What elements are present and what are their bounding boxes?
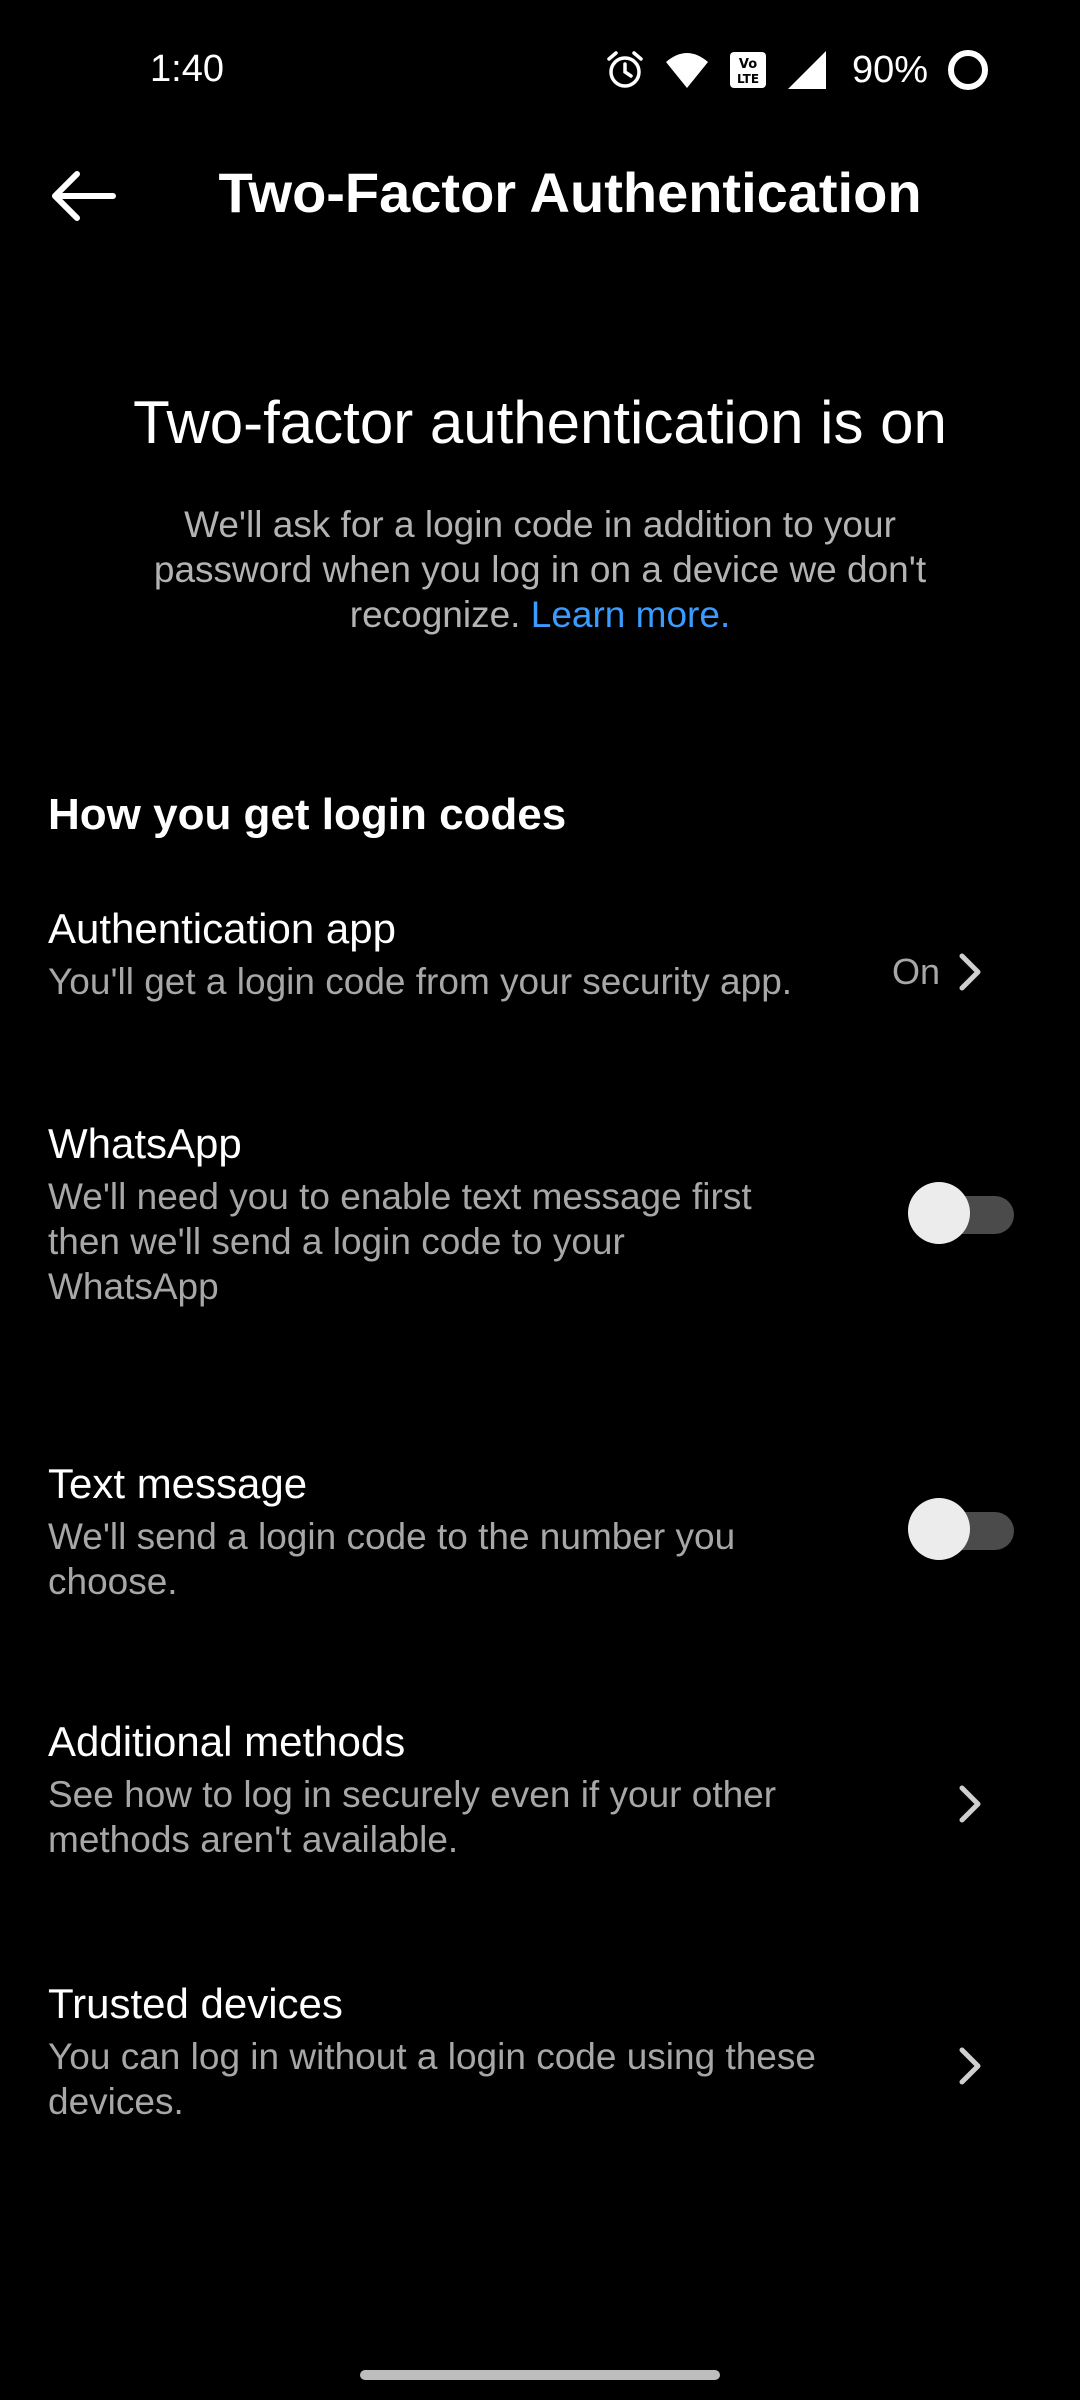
- status-icons: Vo LTE 90%: [604, 44, 990, 96]
- alarm-icon: [604, 49, 646, 91]
- whatsapp-row: WhatsApp We'll need you to enable text m…: [48, 1118, 1038, 1318]
- chevron-right-icon: [959, 1785, 981, 1823]
- auth-app-trailing: On: [892, 951, 982, 993]
- battery-percent: 90%: [851, 48, 928, 91]
- additional-methods-trailing: [958, 1784, 982, 1824]
- status-bar: 1:40 Vo LTE 90%: [0, 0, 1080, 140]
- whatsapp-toggle[interactable]: [908, 1182, 1018, 1244]
- auth-app-title: Authentication app: [48, 905, 396, 952]
- chevron-right-icon: [959, 953, 981, 991]
- additional-methods-title: Additional methods: [48, 1718, 406, 1765]
- signal-icon: [786, 49, 828, 91]
- additional-methods-row[interactable]: Additional methods See how to log in sec…: [48, 1716, 1038, 1866]
- battery-icon: [946, 48, 990, 92]
- svg-text:LTE: LTE: [737, 72, 759, 86]
- learn-more-link[interactable]: Learn more.: [531, 594, 731, 635]
- svg-text:Vo: Vo: [739, 57, 757, 72]
- status-time: 1:40: [150, 48, 224, 90]
- text-message-toggle-thumb: [908, 1498, 970, 1560]
- whatsapp-toggle-thumb: [908, 1182, 970, 1244]
- screen: 1:40 Vo LTE 90% Two-Factor Authenticatio…: [0, 0, 1080, 2400]
- wifi-icon: [664, 50, 710, 90]
- text-message-toggle[interactable]: [908, 1498, 1018, 1560]
- home-indicator[interactable]: [360, 2370, 720, 2380]
- app-bar: Two-Factor Authentication: [0, 140, 1080, 250]
- auth-app-row[interactable]: Authentication app You'll get a login co…: [48, 903, 1038, 1023]
- volte-icon: Vo LTE: [728, 50, 768, 90]
- trusted-devices-trailing: [958, 2046, 982, 2086]
- chevron-right-icon: [959, 2047, 981, 2085]
- additional-methods-subtitle: See how to log in securely even if your …: [48, 1774, 777, 1860]
- hero-description: We'll ask for a login code in addition t…: [110, 502, 970, 637]
- hero-title: Two-factor authentication is on: [133, 389, 947, 456]
- auth-app-status: On: [891, 951, 940, 992]
- trusted-devices-row[interactable]: Trusted devices You can log in without a…: [48, 1978, 1038, 2128]
- text-message-row: Text message We'll send a login code to …: [48, 1458, 1038, 1608]
- whatsapp-title: WhatsApp: [48, 1120, 242, 1167]
- trusted-devices-subtitle: You can log in without a login code usin…: [48, 2036, 816, 2122]
- text-message-title: Text message: [48, 1460, 308, 1507]
- text-message-subtitle: We'll send a login code to the number yo…: [48, 1516, 736, 1602]
- whatsapp-subtitle: We'll need you to enable text message fi…: [48, 1176, 752, 1307]
- auth-app-subtitle: You'll get a login code from your securi…: [48, 961, 793, 1002]
- page-title: Two-Factor Authentication: [218, 161, 922, 224]
- trusted-devices-title: Trusted devices: [48, 1980, 343, 2027]
- section-header: How you get login codes: [48, 790, 567, 839]
